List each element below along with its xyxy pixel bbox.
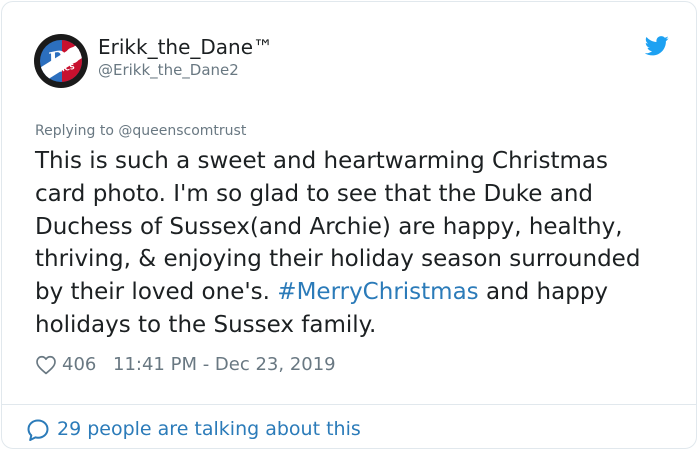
author-display-name[interactable]: Erikk_the_Dane™ [98, 35, 273, 59]
tweet-card: DC COMICS Erikk_the_Dane™ @Erikk_the_Dan… [1, 1, 697, 449]
like-count[interactable]: 406 [62, 353, 96, 377]
tweet-timestamp[interactable]: 11:41 PM - Dec 23, 2019 [113, 353, 336, 377]
tweet-text-line: Duchess of Sussex(and Archie) are happy,… [35, 213, 623, 240]
tweet-text-line: card photo. I'm so glad to see that the … [35, 180, 594, 207]
speech-bubble-icon [27, 419, 49, 441]
tweet-text-segment: and happy [478, 279, 609, 306]
tweet-text-line: thriving, & enjoying their holiday seaso… [35, 246, 641, 273]
tweet-text-segment: by their loved one's. [35, 279, 278, 306]
author-avatar[interactable]: DC COMICS [34, 34, 88, 88]
author-handle[interactable]: @Erikk_the_Dane2 [98, 61, 239, 79]
footer-divider [2, 404, 696, 405]
tweet-text-line: holidays to the Sussex family. [35, 311, 377, 338]
heart-icon[interactable] [35, 354, 57, 376]
dc-logo-avatar: DC COMICS [40, 40, 82, 82]
tweet-text: This is such a sweet and heartwarming Ch… [35, 145, 675, 342]
talking-label[interactable]: 29 people are talking about this [57, 416, 361, 442]
twitter-bird-icon[interactable] [645, 36, 669, 56]
tweet-text-line: This is such a sweet and heartwarming Ch… [35, 148, 609, 174]
replying-to-label[interactable]: Replying to @queenscomtrust [35, 122, 246, 140]
tweet-text-line: by their loved one's. #MerryChristmas an… [35, 276, 675, 309]
hashtag-link[interactable]: #MerryChristmas [277, 279, 478, 305]
